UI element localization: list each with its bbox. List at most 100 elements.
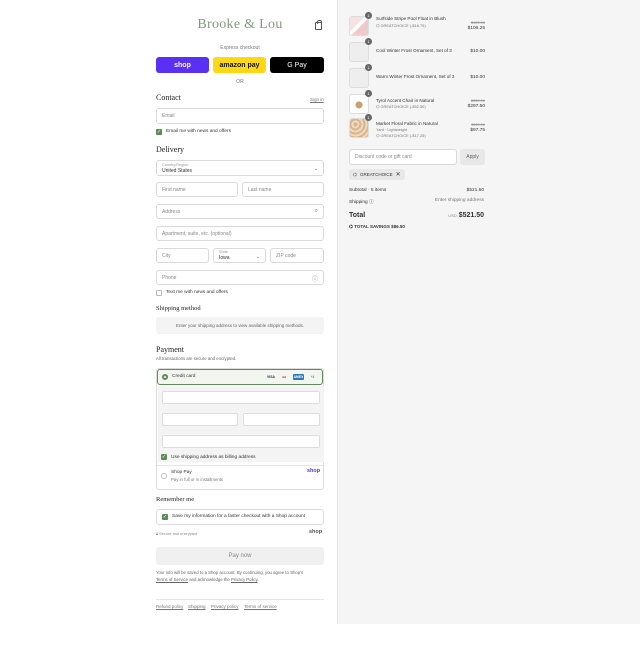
credit-card-option[interactable]: Credit card VISA ●● AMEX +4	[157, 369, 323, 385]
discount-code-input[interactable]: Discount code or gift card	[349, 149, 457, 165]
help-icon[interactable]: ⓘ	[369, 200, 374, 205]
card-fields-area	[158, 386, 324, 462]
legal-mid: and acknowledge the	[189, 577, 230, 582]
privacy-policy-footer-link[interactable]: Privacy policy	[211, 604, 239, 609]
card-number-field[interactable]	[162, 391, 320, 404]
last-name-field[interactable]: Last name	[242, 182, 324, 197]
remember-me-heading: Remember me	[156, 496, 195, 503]
text-offers-checkbox[interactable]	[156, 290, 162, 296]
total-amount: $521.50	[458, 212, 484, 219]
brand-logo[interactable]: Brooke & Lou	[156, 17, 324, 33]
tag-icon: ⌬	[376, 104, 380, 109]
item-price: $297.50	[467, 104, 485, 109]
total-value: USD $521.50	[448, 212, 484, 219]
shop-pay-label: Shop Pay	[171, 470, 192, 475]
subtotal-value: $521.50	[466, 188, 484, 193]
cart-item: 1 Warm Winter Frost Ornament, Set of 3 $…	[349, 64, 485, 90]
pay-now-button[interactable]: Pay now	[156, 547, 324, 565]
payment-heading: Payment	[156, 345, 184, 354]
item-name: Tyrol Accent Chair in Natural	[376, 98, 435, 103]
secure-text: Secure and encrypted	[159, 531, 198, 536]
item-name: Market Floral Fabric in Natural	[376, 121, 438, 126]
city-field[interactable]: City	[156, 248, 209, 263]
item-discount-text: GREATCHOICE (-$52.50)	[380, 104, 426, 109]
payment-options: Credit card VISA ●● AMEX +4 ✓ Use shippi…	[156, 368, 324, 490]
address-placeholder: Address	[162, 208, 181, 215]
footer-divider	[156, 599, 324, 600]
applied-code: GREATCHOICE	[359, 172, 393, 177]
subtotal-label: Subtotal · 5 items	[349, 188, 387, 193]
cart-item: 1 Market Floral Fabric in Natural Yard ·…	[349, 114, 485, 140]
mastercard-icon: ●●	[281, 375, 287, 379]
shop-logo: shop	[309, 529, 323, 535]
item-price: $10.00	[470, 49, 485, 54]
shop-pay-radio[interactable]	[161, 473, 167, 479]
first-name-field[interactable]: First name	[156, 182, 238, 197]
divider	[157, 465, 323, 466]
contact-heading: Contact	[156, 93, 181, 102]
shop-pay-logo: shop	[307, 468, 321, 474]
item-name: Cool Winter Frost Ornament, Set of 3	[376, 48, 452, 53]
email-field[interactable]: Email	[156, 108, 324, 124]
google-pay-button[interactable]: G Pay	[270, 57, 324, 73]
state-select[interactable]: State Iowa ⌄	[213, 248, 266, 263]
terms-of-service-footer-link[interactable]: Terms of service	[244, 604, 277, 609]
zip-field[interactable]: ZIP code	[270, 248, 324, 263]
tag-icon: ⌬	[376, 133, 380, 138]
card-expiry-field[interactable]	[162, 413, 238, 426]
item-variant: Yard · Lightweight	[376, 127, 408, 132]
lock-icon: 🔒︎	[156, 531, 159, 536]
item-price: $97.75	[470, 128, 485, 133]
shipping-label: Shipping ⓘ	[349, 198, 374, 205]
item-discount: ⌬ GREATCHOICE (-$16.75)	[376, 23, 426, 28]
product-thumbnail	[349, 94, 369, 114]
cart-item: 1 Cool Winter Frost Ornament, Set of 3 $…	[349, 38, 485, 64]
privacy-policy-link[interactable]: Privacy Policy	[231, 577, 257, 582]
phone-field[interactable]: Phone ⓘ	[156, 270, 324, 285]
checkout-page: Brooke & Lou Express checkout shop amazo…	[0, 0, 640, 650]
newsletter-checkbox[interactable]: ✓	[156, 129, 162, 135]
more-cards-badge: +4	[310, 375, 315, 379]
product-thumbnail	[349, 42, 369, 62]
credit-card-label: Credit card	[172, 374, 196, 379]
terms-of-service-link[interactable]: Terms of Service	[156, 577, 188, 582]
email-placeholder: Email	[162, 113, 175, 119]
shipping-value: Enter shipping address	[434, 198, 484, 203]
search-icon: ⌕	[314, 208, 318, 214]
help-icon[interactable]: ⓘ	[312, 274, 318, 283]
shipping-policy-link[interactable]: Shipping	[188, 604, 206, 609]
city-placeholder: City	[162, 252, 171, 259]
apply-button[interactable]: Apply	[460, 149, 485, 165]
applied-discount-tag: ⌬ GREATCHOICE ✕	[349, 169, 405, 180]
legal-line: Your info will be saved to a Shop accoun…	[156, 570, 304, 575]
item-original-price: $115.00	[471, 122, 485, 127]
country-select[interactable]: Country/Region United States ⌄	[156, 160, 324, 176]
shopping-bag-icon[interactable]	[315, 20, 322, 30]
chevron-down-icon: ⌄	[255, 254, 260, 260]
item-original-price: $123.00	[470, 20, 485, 25]
billing-same-label: Use shipping address as billing address	[171, 455, 256, 460]
currency-code: USD	[448, 213, 457, 218]
shop-pay-button[interactable]: shop	[156, 57, 209, 73]
refund-policy-link[interactable]: Refund policy	[156, 604, 183, 609]
item-discount-text: GREATCHOICE (-$16.75)	[380, 23, 426, 28]
tag-icon: ⌬	[376, 23, 380, 28]
credit-card-radio[interactable]	[162, 374, 168, 380]
item-original-price: $350.00	[470, 98, 485, 103]
apartment-field[interactable]: Apartment, suite, etc. (optional)	[156, 226, 324, 241]
remember-me-box[interactable]: ✓ Save my information for a faster check…	[156, 509, 324, 525]
remove-discount-icon[interactable]: ✕	[396, 171, 401, 178]
amex-icon: AMEX	[293, 374, 304, 380]
tag-icon: ⌬	[353, 171, 357, 177]
item-name: Surfside Stripe Pool Float in Blush	[376, 16, 446, 21]
card-cvv-field[interactable]	[243, 413, 320, 426]
card-name-field[interactable]	[162, 435, 320, 448]
save-info-checkbox[interactable]: ✓	[162, 514, 168, 520]
total-label: Total	[349, 212, 366, 219]
address-field[interactable]: Address ⌕	[156, 204, 324, 219]
amazon-pay-button[interactable]: amazon pay	[213, 57, 266, 73]
billing-same-checkbox[interactable]: ✓	[161, 454, 167, 460]
quantity-badge: 1	[365, 12, 372, 19]
item-name: Warm Winter Frost Ornament, Set of 3	[376, 74, 455, 79]
sign-in-link[interactable]: Sign in	[310, 97, 324, 102]
